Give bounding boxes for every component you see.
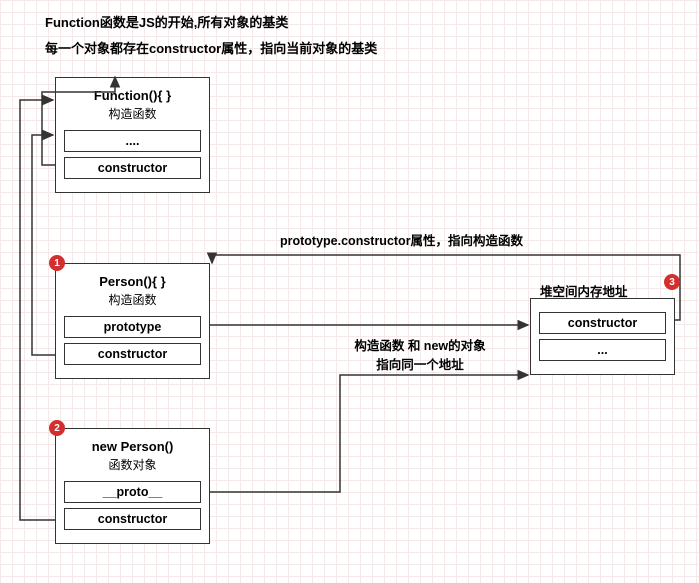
function-prop-dots: .... <box>64 130 201 152</box>
heap-prop-constructor: constructor <box>539 312 666 334</box>
label-proto-constructor: prototype.constructor属性，指向构造函数 <box>280 230 570 249</box>
box-function: Function(){ } 构造函数 .... constructor <box>55 77 210 193</box>
function-prop-constructor: constructor <box>64 157 201 179</box>
heap-title: 堆空间内存地址 <box>540 281 628 300</box>
heap-prop-dots: ... <box>539 339 666 361</box>
person-title: Person(){ } <box>64 274 201 289</box>
function-subtitle: 构造函数 <box>64 105 201 122</box>
new-person-subtitle: 函数对象 <box>64 456 201 473</box>
box-heap: constructor ... <box>530 298 675 375</box>
person-subtitle: 构造函数 <box>64 291 201 308</box>
badge-3: 3 <box>664 274 680 290</box>
new-person-prop-proto: __proto__ <box>64 481 201 503</box>
function-title: Function(){ } <box>64 88 201 103</box>
person-prop-prototype: prototype <box>64 316 201 338</box>
label-same-addr-2: 指向同一个地址 <box>340 354 500 373</box>
new-person-prop-constructor: constructor <box>64 508 201 530</box>
new-person-title: new Person() <box>64 439 201 454</box>
header-line-1: Function函数是JS的开始,所有对象的基类 <box>45 12 288 31</box>
badge-1: 1 <box>49 255 65 271</box>
badge-2: 2 <box>49 420 65 436</box>
box-new-person: new Person() 函数对象 __proto__ constructor <box>55 428 210 544</box>
label-same-addr-1: 构造函数 和 new的对象 <box>340 335 500 354</box>
person-prop-constructor: constructor <box>64 343 201 365</box>
header-line-2: 每一个对象都存在constructor属性，指向当前对象的基类 <box>45 38 377 57</box>
box-person: Person(){ } 构造函数 prototype constructor <box>55 263 210 379</box>
